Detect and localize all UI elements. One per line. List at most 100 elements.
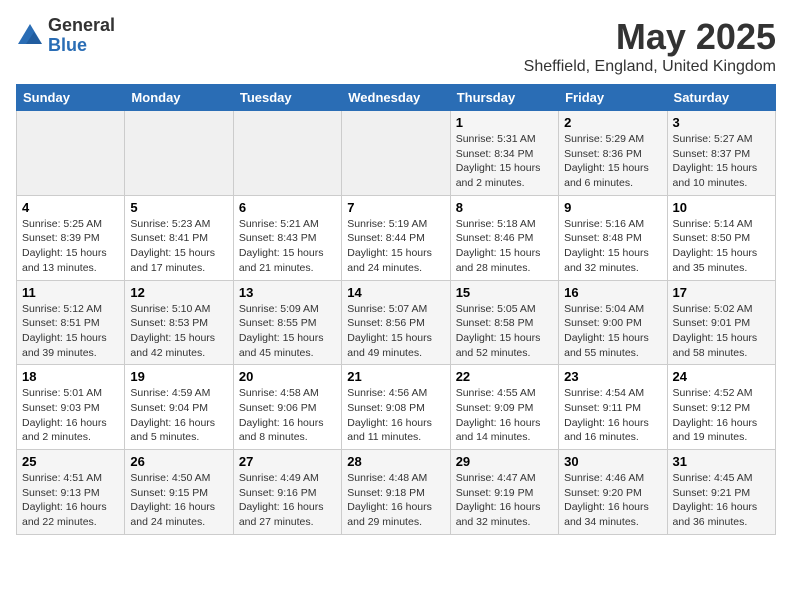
header-monday: Monday: [125, 85, 233, 111]
calendar-cell: 7 Sunrise: 5:19 AMSunset: 8:44 PMDaylight…: [342, 195, 450, 280]
title-section: May 2025 Sheffield, England, United King…: [524, 16, 776, 76]
day-detail: Sunrise: 5:10 AMSunset: 8:53 PMDaylight:…: [130, 302, 227, 361]
day-number: 31: [673, 454, 770, 469]
day-detail: Sunrise: 5:14 AMSunset: 8:50 PMDaylight:…: [673, 217, 770, 276]
day-number: 19: [130, 369, 227, 384]
day-number: 27: [239, 454, 336, 469]
day-detail: Sunrise: 4:50 AMSunset: 9:15 PMDaylight:…: [130, 471, 227, 530]
day-detail: Sunrise: 5:05 AMSunset: 8:58 PMDaylight:…: [456, 302, 553, 361]
day-number: 1: [456, 115, 553, 130]
calendar-table: SundayMondayTuesdayWednesdayThursdayFrid…: [16, 84, 776, 535]
calendar-cell: 15 Sunrise: 5:05 AMSunset: 8:58 PMDayligh…: [450, 280, 558, 365]
calendar-cell: 22Sunrise: 4:55 AMSunset: 9:09 PMDayligh…: [450, 365, 558, 450]
day-detail: Sunrise: 4:59 AMSunset: 9:04 PMDaylight:…: [130, 386, 227, 445]
calendar-cell: 23 Sunrise: 4:54 AMSunset: 9:11 PMDayligh…: [559, 365, 667, 450]
day-number: 10: [673, 200, 770, 215]
logo-blue-text: Blue: [48, 36, 115, 56]
day-detail: Sunrise: 4:54 AMSunset: 9:11 PMDaylight:…: [564, 386, 661, 445]
day-detail: Sunrise: 5:19 AMSunset: 8:44 PMDaylight:…: [347, 217, 444, 276]
main-title: May 2025: [524, 16, 776, 58]
calendar-cell: 25Sunrise: 4:51 AMSunset: 9:13 PMDayligh…: [17, 450, 125, 535]
day-detail: Sunrise: 4:52 AMSunset: 9:12 PMDaylight:…: [673, 386, 770, 445]
calendar-cell: 14Sunrise: 5:07 AMSunset: 8:56 PMDayligh…: [342, 280, 450, 365]
calendar-cell: 10 Sunrise: 5:14 AMSunset: 8:50 PMDayligh…: [667, 195, 775, 280]
calendar-cell: 17Sunrise: 5:02 AMSunset: 9:01 PMDayligh…: [667, 280, 775, 365]
calendar-cell: 9 Sunrise: 5:16 AMSunset: 8:48 PMDaylight…: [559, 195, 667, 280]
day-number: 25: [22, 454, 119, 469]
day-number: 5: [130, 200, 227, 215]
day-detail: Sunrise: 4:45 AMSunset: 9:21 PMDaylight:…: [673, 471, 770, 530]
day-number: 15: [456, 285, 553, 300]
calendar-cell: 19 Sunrise: 4:59 AMSunset: 9:04 PMDayligh…: [125, 365, 233, 450]
day-number: 4: [22, 200, 119, 215]
day-detail: Sunrise: 4:47 AMSunset: 9:19 PMDaylight:…: [456, 471, 553, 530]
day-number: 3: [673, 115, 770, 130]
calendar-cell: 30 Sunrise: 4:46 AMSunset: 9:20 PMDayligh…: [559, 450, 667, 535]
day-number: 26: [130, 454, 227, 469]
day-number: 16: [564, 285, 661, 300]
page-header: General Blue May 2025 Sheffield, England…: [16, 16, 776, 76]
calendar-week-row: 25Sunrise: 4:51 AMSunset: 9:13 PMDayligh…: [17, 450, 776, 535]
day-detail: Sunrise: 4:58 AMSunset: 9:06 PMDaylight:…: [239, 386, 336, 445]
day-detail: Sunrise: 5:21 AMSunset: 8:43 PMDaylight:…: [239, 217, 336, 276]
logo-general-text: General: [48, 16, 115, 36]
day-detail: Sunrise: 5:29 AMSunset: 8:36 PMDaylight:…: [564, 132, 661, 191]
calendar-header-row: SundayMondayTuesdayWednesdayThursdayFrid…: [17, 85, 776, 111]
day-number: 29: [456, 454, 553, 469]
calendar-cell: [233, 111, 341, 196]
day-detail: Sunrise: 5:12 AMSunset: 8:51 PMDaylight:…: [22, 302, 119, 361]
header-sunday: Sunday: [17, 85, 125, 111]
day-number: 23: [564, 369, 661, 384]
day-number: 22: [456, 369, 553, 384]
day-number: 13: [239, 285, 336, 300]
logo: General Blue: [16, 16, 115, 56]
header-saturday: Saturday: [667, 85, 775, 111]
calendar-cell: 29 Sunrise: 4:47 AMSunset: 9:19 PMDayligh…: [450, 450, 558, 535]
day-number: 2: [564, 115, 661, 130]
day-number: 30: [564, 454, 661, 469]
day-number: 8: [456, 200, 553, 215]
calendar-week-row: 1 Sunrise: 5:31 AMSunset: 8:34 PMDaylight…: [17, 111, 776, 196]
day-number: 17: [673, 285, 770, 300]
calendar-cell: 3Sunrise: 5:27 AMSunset: 8:37 PMDaylight…: [667, 111, 775, 196]
day-detail: Sunrise: 4:49 AMSunset: 9:16 PMDaylight:…: [239, 471, 336, 530]
day-number: 7: [347, 200, 444, 215]
header-thursday: Thursday: [450, 85, 558, 111]
calendar-week-row: 18Sunrise: 5:01 AMSunset: 9:03 PMDayligh…: [17, 365, 776, 450]
day-number: 20: [239, 369, 336, 384]
calendar-cell: [17, 111, 125, 196]
day-detail: Sunrise: 5:09 AMSunset: 8:55 PMDaylight:…: [239, 302, 336, 361]
day-number: 11: [22, 285, 119, 300]
header-friday: Friday: [559, 85, 667, 111]
day-number: 14: [347, 285, 444, 300]
day-number: 21: [347, 369, 444, 384]
day-number: 18: [22, 369, 119, 384]
header-wednesday: Wednesday: [342, 85, 450, 111]
day-number: 9: [564, 200, 661, 215]
calendar-cell: 1 Sunrise: 5:31 AMSunset: 8:34 PMDaylight…: [450, 111, 558, 196]
calendar-cell: 12 Sunrise: 5:10 AMSunset: 8:53 PMDayligh…: [125, 280, 233, 365]
logo-icon: [16, 22, 44, 50]
calendar-cell: 8 Sunrise: 5:18 AMSunset: 8:46 PMDaylight…: [450, 195, 558, 280]
calendar-cell: 21 Sunrise: 4:56 AMSunset: 9:08 PMDayligh…: [342, 365, 450, 450]
header-tuesday: Tuesday: [233, 85, 341, 111]
calendar-cell: 26 Sunrise: 4:50 AMSunset: 9:15 PMDayligh…: [125, 450, 233, 535]
day-number: 28: [347, 454, 444, 469]
day-number: 24: [673, 369, 770, 384]
day-detail: Sunrise: 5:18 AMSunset: 8:46 PMDaylight:…: [456, 217, 553, 276]
day-detail: Sunrise: 4:46 AMSunset: 9:20 PMDaylight:…: [564, 471, 661, 530]
calendar-cell: 4 Sunrise: 5:25 AMSunset: 8:39 PMDaylight…: [17, 195, 125, 280]
calendar-cell: 20 Sunrise: 4:58 AMSunset: 9:06 PMDayligh…: [233, 365, 341, 450]
day-detail: Sunrise: 4:56 AMSunset: 9:08 PMDaylight:…: [347, 386, 444, 445]
day-detail: Sunrise: 5:23 AMSunset: 8:41 PMDaylight:…: [130, 217, 227, 276]
day-detail: Sunrise: 5:31 AMSunset: 8:34 PMDaylight:…: [456, 132, 553, 191]
day-detail: Sunrise: 5:25 AMSunset: 8:39 PMDaylight:…: [22, 217, 119, 276]
calendar-cell: 2 Sunrise: 5:29 AMSunset: 8:36 PMDaylight…: [559, 111, 667, 196]
day-detail: Sunrise: 5:16 AMSunset: 8:48 PMDaylight:…: [564, 217, 661, 276]
calendar-cell: 6Sunrise: 5:21 AMSunset: 8:43 PMDaylight…: [233, 195, 341, 280]
calendar-week-row: 4 Sunrise: 5:25 AMSunset: 8:39 PMDaylight…: [17, 195, 776, 280]
calendar-week-row: 11 Sunrise: 5:12 AMSunset: 8:51 PMDayligh…: [17, 280, 776, 365]
calendar-cell: 5 Sunrise: 5:23 AMSunset: 8:41 PMDaylight…: [125, 195, 233, 280]
day-number: 12: [130, 285, 227, 300]
calendar-cell: 16Sunrise: 5:04 AMSunset: 9:00 PMDayligh…: [559, 280, 667, 365]
